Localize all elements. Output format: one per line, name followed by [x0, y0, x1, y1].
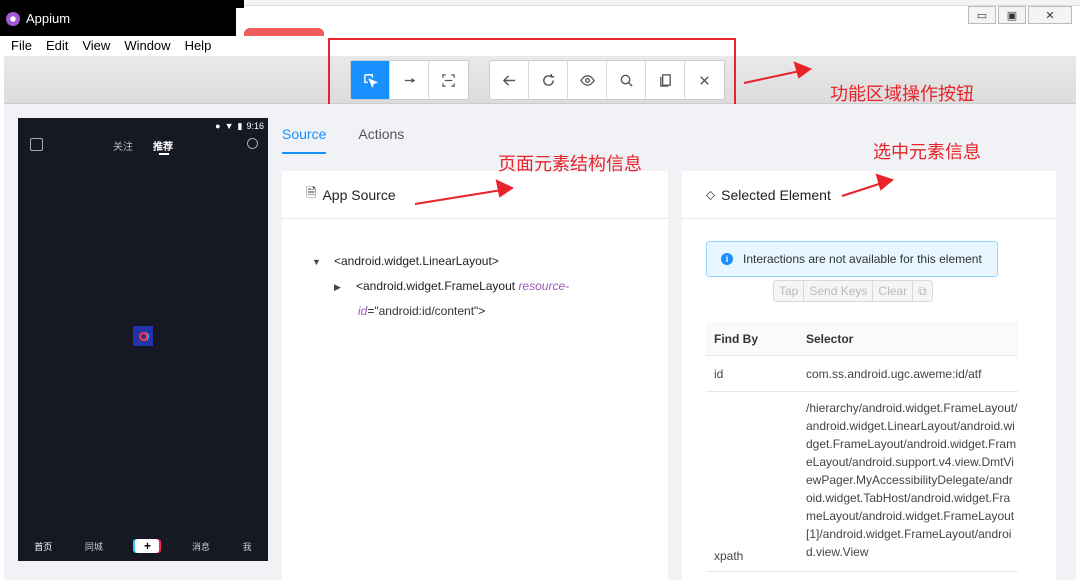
- annotation-arrows: [414, 61, 895, 205]
- arrow-selected: [841, 182, 883, 197]
- arrow-toolbar: [743, 70, 801, 84]
- arrow-toolbar-head: [793, 61, 813, 79]
- arrow-selected-head: [875, 173, 895, 191]
- arrow-source-head: [495, 179, 515, 198]
- arrow-source: [414, 189, 503, 205]
